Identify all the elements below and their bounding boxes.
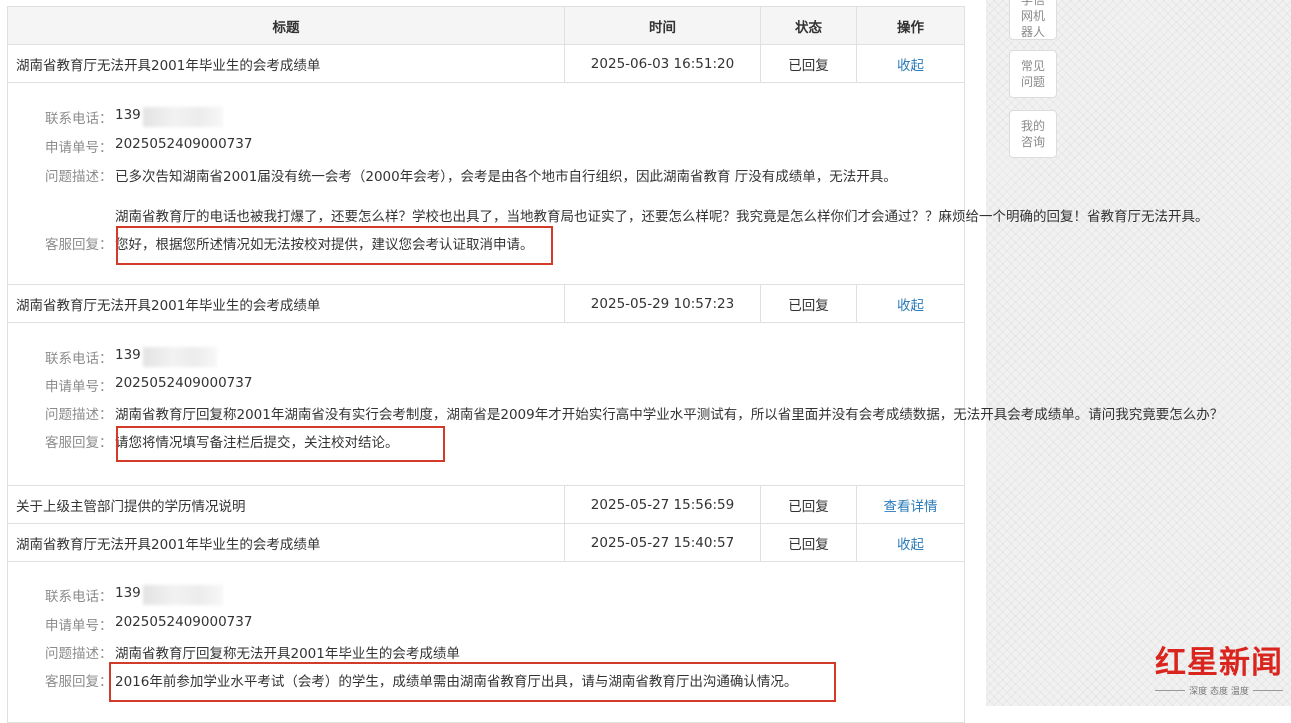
reply-label: 客服回复： (45, 435, 113, 451)
description-label: 问题描述： (45, 646, 113, 662)
view-details-link[interactable]: 查看详情 (884, 495, 938, 515)
description-line: 问题描述： 湖南省教育厅回复称2001年湖南省没有实行会考制度，湖南省是2009年… (45, 403, 1223, 423)
redacted-phone (142, 107, 223, 127)
sidebar-robot-button[interactable]: 学信网机器人 (1009, 0, 1057, 40)
highlight-box (109, 662, 836, 702)
table-row[interactable]: 湖南省教育厅无法开具2001年毕业生的会考成绩单 2025-05-27 15:4… (8, 524, 964, 562)
watermark-tagline: 深度 态度 温度 (1189, 687, 1249, 697)
description-text: 已多次告知湖南省2001届没有统一会考（2000年会考），会考是由各个地市自行组… (115, 169, 897, 185)
row-action: 收起 (857, 45, 964, 82)
row-time: 2025-05-27 15:40:57 (565, 524, 761, 561)
reply-label: 客服回复： (45, 674, 113, 690)
sidebar-my-consult-button[interactable]: 我的咨询 (1009, 110, 1057, 158)
row-detail: 联系电话： 139 申请单号： 2025052409000737 问题描述： 已多次告… (8, 83, 1209, 285)
header-status: 状态 (761, 7, 857, 44)
row-action: 查看详情 (857, 486, 964, 523)
collapse-link[interactable]: 收起 (897, 294, 924, 314)
consultation-table: 标题 时间 状态 操作 湖南省教育厅无法开具2001年毕业生的会考成绩单 202… (7, 6, 1223, 723)
watermark-tagline-row: 深度 态度 温度 (1155, 684, 1284, 697)
row-title: 湖南省教育厅无法开具2001年毕业生的会考成绩单 (8, 524, 565, 561)
redacted-phone (142, 347, 217, 367)
highlight-box (116, 426, 445, 462)
row-status: 已回复 (761, 45, 857, 82)
phone-value: 139 (115, 585, 141, 601)
application-line: 申请单号： 2025052409000737 (45, 614, 252, 634)
table-header: 标题 时间 状态 操作 (8, 7, 964, 45)
collapse-link[interactable]: 收起 (897, 533, 924, 553)
application-label: 申请单号： (45, 140, 113, 156)
description-line: 问题描述： 湖南省教育厅回复称无法开具2001年毕业生的会考成绩单 (45, 642, 460, 662)
phone-line: 联系电话： 139 (45, 107, 223, 127)
highlight-box (116, 226, 553, 265)
description-label: 问题描述： (45, 407, 113, 423)
phone-line: 联系电话： 139 (45, 585, 223, 605)
table-row[interactable]: 湖南省教育厅无法开具2001年毕业生的会考成绩单 2025-05-29 10:5… (8, 285, 964, 323)
collapse-link[interactable]: 收起 (897, 54, 924, 74)
sidebar-faq-button[interactable]: 常见问题 (1009, 50, 1057, 98)
row-detail: 联系电话： 139 申请单号： 2025052409000737 问题描述： 湖南省教… (8, 323, 1223, 486)
table-row[interactable]: 湖南省教育厅无法开具2001年毕业生的会考成绩单 2025-06-03 16:5… (8, 45, 964, 83)
application-line: 申请单号： 2025052409000737 (45, 136, 252, 156)
sidebar-background (986, 0, 1291, 706)
application-number: 2025052409000737 (115, 136, 253, 152)
description-text-2: 湖南省教育厅的电话也被我打爆了，还要怎么样？学校也出具了，当地教育局也证实了，还… (115, 209, 1209, 225)
watermark-name-b: 新闻 (1219, 645, 1283, 681)
application-number: 2025052409000737 (115, 375, 253, 391)
hongxing-news-watermark: 红星新闻 深度 态度 温度 (1155, 645, 1284, 701)
application-label: 申请单号： (45, 618, 113, 634)
header-time: 时间 (565, 7, 761, 44)
phone-line: 联系电话： 139 (45, 347, 217, 367)
row-time: 2025-06-03 16:51:20 (565, 45, 761, 82)
table-row[interactable]: 关于上级主管部门提供的学历情况说明 2025-05-27 15:56:59 已回… (8, 486, 964, 524)
description-line: 问题描述： 已多次告知湖南省2001届没有统一会考（2000年会考），会考是由各个… (45, 165, 897, 185)
divider (1252, 690, 1284, 691)
phone-label: 联系电话： (45, 351, 113, 367)
row-title: 湖南省教育厅无法开具2001年毕业生的会考成绩单 (8, 45, 565, 82)
reply-label: 客服回复： (45, 237, 113, 253)
phone-label: 联系电话： (45, 589, 113, 605)
row-time: 2025-05-29 10:57:23 (565, 285, 761, 322)
divider (1155, 690, 1186, 691)
row-title: 湖南省教育厅无法开具2001年毕业生的会考成绩单 (8, 285, 565, 322)
row-status: 已回复 (761, 486, 857, 523)
row-status: 已回复 (761, 285, 857, 322)
description-text: 湖南省教育厅回复称无法开具2001年毕业生的会考成绩单 (115, 646, 460, 662)
header-action: 操作 (897, 19, 924, 36)
row-time: 2025-05-27 15:56:59 (565, 486, 761, 523)
phone-value: 139 (115, 107, 141, 123)
application-label: 申请单号： (45, 379, 113, 395)
row-action: 收起 (857, 285, 964, 322)
row-action: 收起 (857, 524, 964, 561)
row-detail: 联系电话： 139 申请单号： 2025052409000737 问题描述： 湖南省教… (8, 562, 964, 722)
watermark-logo-text: 红星新闻 (1155, 645, 1283, 681)
row-status: 已回复 (761, 524, 857, 561)
phone-label: 联系电话： (45, 111, 113, 127)
application-line: 申请单号： 2025052409000737 (45, 375, 252, 395)
row-title: 关于上级主管部门提供的学历情况说明 (8, 486, 565, 523)
phone-value: 139 (115, 347, 141, 363)
description-line-2: 湖南省教育厅的电话也被我打爆了，还要怎么样？学校也出具了，当地教育局也证实了，还… (115, 205, 1209, 225)
description-label: 问题描述： (45, 169, 113, 185)
redacted-phone (142, 585, 223, 605)
header-title: 标题 (8, 7, 565, 44)
description-text: 湖南省教育厅回复称2001年湖南省没有实行会考制度，湖南省是2009年才开始实行… (115, 407, 1224, 423)
application-number: 2025052409000737 (115, 614, 253, 630)
watermark-name-a: 红星 (1155, 645, 1219, 681)
